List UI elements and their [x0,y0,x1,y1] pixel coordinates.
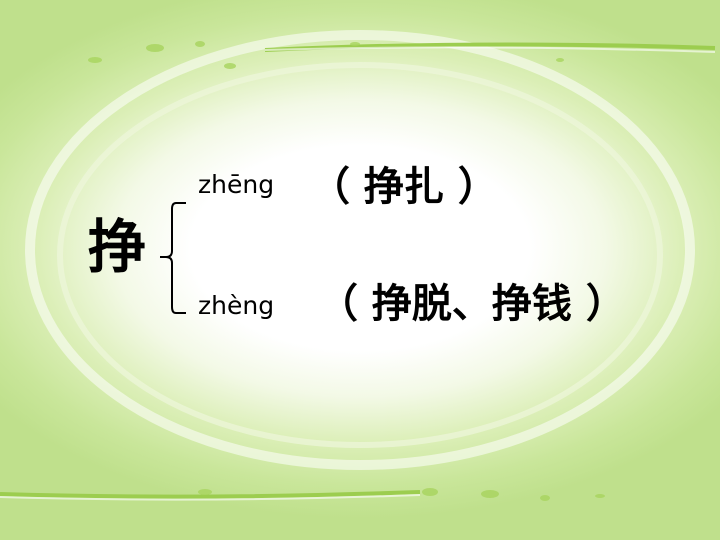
pinyin-reading-1: zhēng [198,170,275,199]
example-words-1: （ 挣扎 ） [310,164,498,210]
main-character: 挣 [88,213,147,281]
curly-brace [160,202,186,314]
example-words-2: （ 挣脱、挣钱 ） [318,281,626,327]
pinyin-reading-2: zhèng [198,291,275,320]
